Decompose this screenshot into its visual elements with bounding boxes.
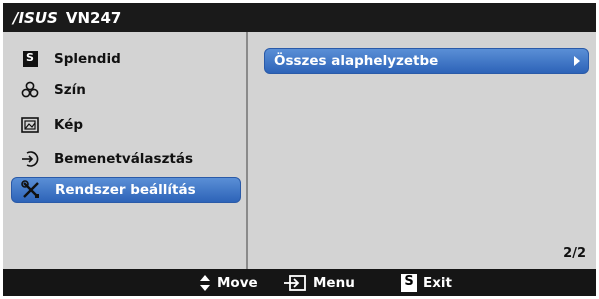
menu-item-label: Rendszer beállítás xyxy=(55,182,196,198)
input-select-icon xyxy=(20,149,40,169)
wrench-screwdriver-icon xyxy=(21,180,41,200)
model-name: VN247 xyxy=(65,8,122,27)
move-label: Move xyxy=(217,274,258,291)
s-key-icon: S xyxy=(401,273,417,292)
menu-hint: Menu xyxy=(283,269,355,296)
color-circles-icon xyxy=(20,80,40,100)
arrow-right-icon xyxy=(574,56,580,66)
brand-logo: /ISUS xyxy=(13,8,58,27)
menu-item-label: Splendid xyxy=(54,51,121,67)
option-label: Összes alaphelyzetbe xyxy=(274,53,439,69)
page-indicator: 2/2 xyxy=(563,246,586,261)
menu-item-label: Bemenetválasztás xyxy=(54,151,194,167)
main-menu: S Splendid Szín Kép Bemenetválasztás Ren… xyxy=(3,32,246,269)
menu-label: Menu xyxy=(313,274,355,291)
splendid-s-icon: S xyxy=(20,49,40,69)
move-hint: Move xyxy=(199,269,258,296)
reset-all-option[interactable]: Összes alaphelyzetbe xyxy=(264,48,589,74)
key-hint-bar: Move Menu S Exit xyxy=(3,269,596,296)
title-bar: /ISUS VN247 xyxy=(3,3,596,32)
exit-label: Exit xyxy=(423,274,453,291)
menu-item-label: Kép xyxy=(54,117,84,133)
up-down-arrows-icon xyxy=(199,273,211,293)
menu-item-system-setup[interactable]: Rendszer beállítás xyxy=(11,177,241,203)
menu-item-label: Szín xyxy=(54,82,86,98)
exit-hint: S Exit xyxy=(401,269,452,296)
menu-item-splendid[interactable]: S Splendid xyxy=(11,46,241,72)
osd-window: /ISUS VN247 S Splendid Szín Kép Bemenetv… xyxy=(3,3,596,296)
enter-menu-icon xyxy=(283,274,307,292)
picture-icon xyxy=(20,115,40,135)
menu-item-picture[interactable]: Kép xyxy=(11,112,241,138)
menu-item-color[interactable]: Szín xyxy=(11,77,241,103)
submenu-panel: Összes alaphelyzetbe 2/2 xyxy=(248,32,596,269)
menu-item-input-select[interactable]: Bemenetválasztás xyxy=(11,146,241,172)
